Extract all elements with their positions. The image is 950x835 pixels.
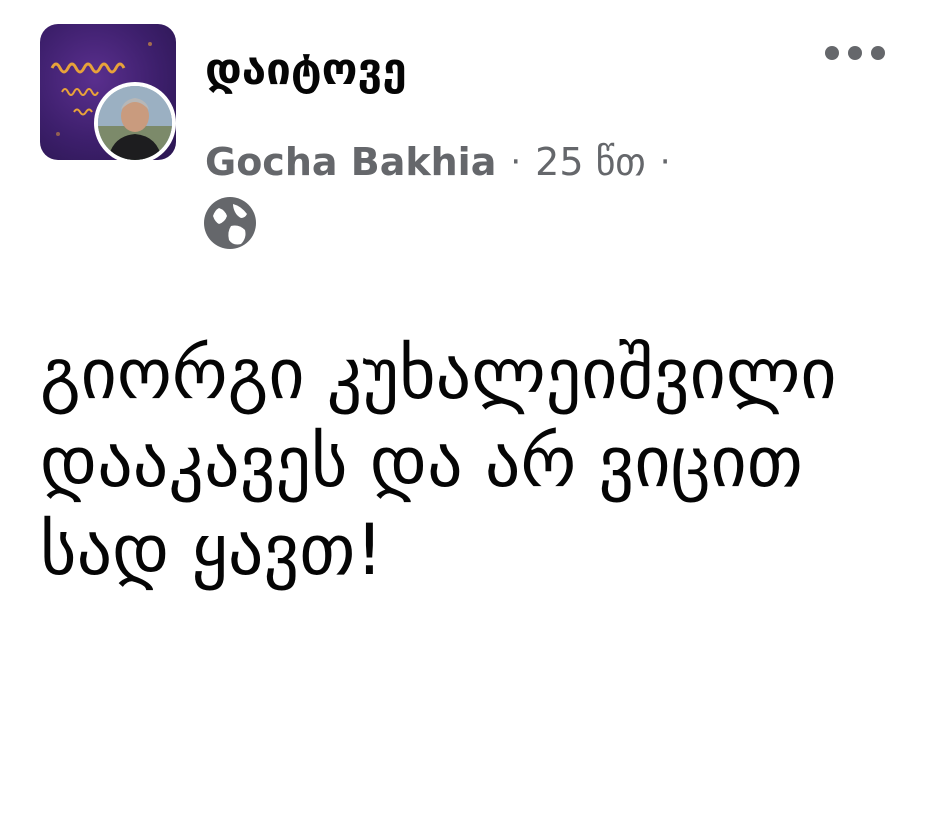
author-photo — [98, 86, 172, 160]
more-options-icon[interactable] — [820, 38, 890, 68]
post-timestamp[interactable]: 25 წთ — [535, 138, 646, 186]
globe-icon[interactable] — [203, 196, 257, 250]
post-body-text: გიორგი კუხალეიშვილი დააკავეს და არ ვიცით… — [40, 333, 837, 591]
post-avatar-stack[interactable] — [40, 24, 180, 164]
feed-post: დაიტოვე Gocha Bakhia · 25 წთ · გიორგი კუ… — [0, 0, 950, 835]
group-name[interactable]: დაიტოვე — [205, 42, 407, 98]
author-avatar[interactable] — [94, 82, 176, 164]
meta-separator-end: · — [659, 142, 671, 182]
meta-separator: · — [510, 142, 522, 182]
post-meta: Gocha Bakhia · 25 წთ · — [205, 138, 685, 186]
author-name[interactable]: Gocha Bakhia — [205, 138, 496, 186]
